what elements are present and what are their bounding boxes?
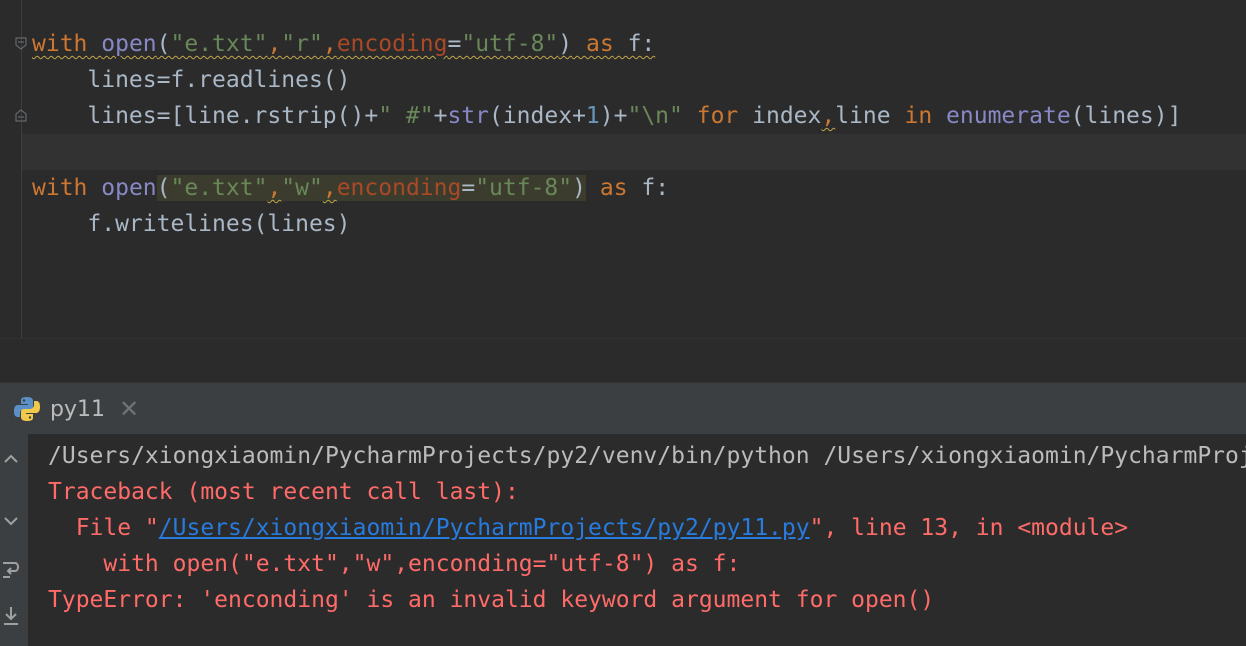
soft-wrap-icon[interactable] (0, 558, 22, 582)
plus: + (433, 103, 448, 129)
paren: ) (572, 175, 586, 201)
run-side-toolbar (0, 434, 28, 646)
close-icon[interactable]: ✕ (119, 395, 139, 423)
code-mid2: )+ (599, 103, 628, 129)
fold-open-icon[interactable] (15, 37, 27, 50)
keyword-with: with (32, 31, 88, 57)
console-command: /Users/xiongxiaomin/PycharmProjects/py2/… (48, 443, 1246, 469)
code-editor[interactable]: with open("e.txt","r",encoding="utf-8") … (0, 0, 1246, 338)
comma: , (322, 175, 337, 201)
string-encoding: "utf-8" (461, 31, 559, 57)
code-text: lines=f.readlines() (87, 67, 351, 93)
console-code-line: with open("e.txt","w",enconding="utf-8")… (48, 551, 741, 577)
run-tab-py11[interactable]: py11 ✕ (0, 383, 139, 435)
number-one: 1 (585, 103, 600, 129)
code-line-1[interactable]: with open("e.txt","r",encoding="utf-8") … (32, 29, 655, 59)
file-link[interactable]: /Users/xiongxiaomin/PycharmProjects/py2/… (159, 515, 810, 541)
code-line-3[interactable]: lines=[line.rstrip()+" #"+str(index+1)+"… (32, 101, 1181, 131)
keyword-as: as (599, 175, 628, 201)
console-traceback: Traceback (most recent call last): (48, 479, 519, 505)
paren: ( (156, 175, 171, 201)
keyword-with: with (32, 175, 88, 201)
code-tail: (lines)] (1070, 103, 1182, 129)
variable-f: f: (641, 175, 670, 201)
var-line: line (835, 103, 905, 129)
paren: ) (558, 31, 573, 57)
string-encoding: "utf-8" (475, 175, 573, 201)
pycharm-window: with open("e.txt","r",encoding="utf-8") … (0, 0, 1246, 646)
builtin-str: str (447, 103, 489, 129)
python-icon (14, 397, 40, 421)
code-mid: (index+ (488, 103, 586, 129)
var-index: index (738, 103, 822, 129)
run-console[interactable]: /Users/xiongxiaomin/PycharmProjects/py2/… (28, 434, 1246, 646)
equals: = (461, 175, 476, 201)
string-filename: "e.txt" (170, 31, 268, 57)
string-mode: "w" (281, 175, 323, 201)
comma: , (267, 175, 282, 201)
builtin-open: open (101, 175, 157, 201)
keyword-as: as (586, 31, 614, 57)
comma: , (322, 31, 337, 57)
keyword-for: for (696, 103, 739, 129)
up-arrow-icon[interactable] (0, 446, 22, 470)
string-newline: "\n" (627, 103, 683, 129)
console-error: TypeError: 'enconding' is an invalid key… (48, 587, 935, 613)
equals: = (447, 31, 462, 57)
comma: , (821, 103, 836, 129)
fold-close-icon[interactable] (15, 109, 27, 122)
file-prefix: File " (48, 515, 159, 541)
code-line-6[interactable]: f.writelines(lines) (32, 209, 351, 239)
comma: , (267, 31, 282, 57)
builtin-open: open (101, 31, 157, 57)
builtin-enumerate: enumerate (946, 103, 1071, 129)
run-tab-label: py11 (50, 396, 105, 422)
string-mode: "r" (281, 31, 323, 57)
code-text: f.writelines(lines) (87, 211, 351, 237)
run-toolwindow-header: py11 ✕ (0, 382, 1246, 435)
scroll-to-end-icon[interactable] (0, 604, 22, 628)
paren: ( (156, 31, 171, 57)
current-line-highlight (22, 134, 1246, 170)
string-hash: " #" (378, 103, 434, 129)
editor-bottom-area (0, 338, 1246, 383)
string-filename: "e.txt" (170, 175, 268, 201)
code-line-2[interactable]: lines=f.readlines() (32, 65, 351, 95)
keyword-in: in (904, 103, 933, 129)
down-arrow-icon[interactable] (0, 510, 22, 534)
code-lhs: lines=[line.rstrip()+ (87, 103, 379, 129)
param-encoding: encoding (336, 31, 448, 57)
param-enconding: enconding (336, 175, 462, 201)
file-suffix: ", line 13, in <module> (809, 515, 1129, 541)
console-file-line: File "/Users/xiongxiaomin/PycharmProject… (48, 513, 1128, 543)
code-line-5[interactable]: with open("e.txt","w",enconding="utf-8")… (32, 173, 669, 203)
variable-f: f: (627, 31, 656, 57)
